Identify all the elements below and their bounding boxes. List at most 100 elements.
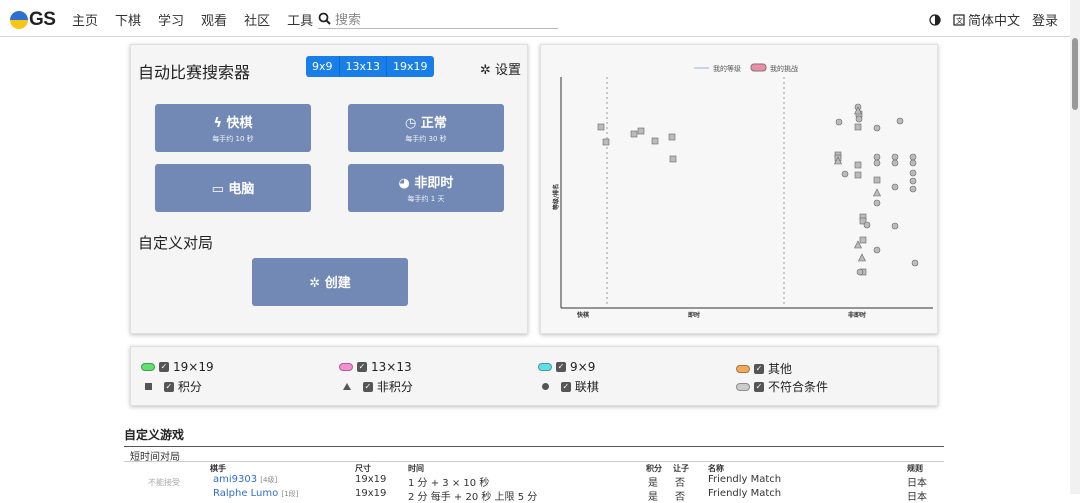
col-header-player: 棋手 [210,464,226,473]
settings-button[interactable]: ✲ 设置 [480,59,521,78]
custom-game-title: 自定义对局 [138,234,214,252]
logo-icon [10,11,28,29]
scrollbar-thumb[interactable] [1072,38,1078,110]
circle-icon [542,383,549,390]
checkbox-icon[interactable]: ✓ [556,362,566,372]
seek-marker-square [873,176,881,184]
seek-marker-circle [855,115,863,123]
search-placeholder: 搜索 [335,12,362,28]
legend-label: 我的挑战 [770,64,798,73]
main-nav: 主页 下棋 学习 观看 社区 工具 [72,10,313,29]
col-header-name: 名称 [708,464,724,473]
col-header-handicap: 让子 [673,464,689,473]
nav-item-community[interactable]: 社区 [244,10,270,29]
filter-rated[interactable]: ✓ 积分 [145,378,202,395]
seek-marker-circle [909,153,917,161]
checkbox-icon[interactable]: ✓ [754,363,764,374]
seek-marker-circle [841,170,849,178]
seek-marker-square [602,138,610,146]
create-game-button[interactable]: ✲ 创建 [252,258,408,306]
seek-marker-square [651,137,659,145]
computer-button[interactable]: ▭ 电脑 [155,164,311,212]
filter-rengo[interactable]: ✓ 联棋 [542,378,599,395]
x-tick-label: 快棋 [576,311,589,319]
seek-marker-square [637,127,645,135]
col-header-size: 尺寸 [355,464,371,473]
filter-other[interactable]: ✓ 其他 [736,360,792,377]
size-option-13x13[interactable]: 13x13 [339,56,388,77]
page-scrollbar[interactable] [1070,0,1080,494]
seek-marker-square [669,155,677,163]
checkbox-icon[interactable]: ✓ [362,381,373,392]
filter-13x13[interactable]: ✓ 13×13 [339,360,412,374]
nav-item-play[interactable]: 下棋 [115,10,141,29]
nav-item-learn[interactable]: 学习 [158,10,184,29]
language-icon: 文 [953,13,965,26]
blitz-button[interactable]: ϟ 快棋 每手约 10 秒 [155,104,311,152]
square-icon [145,383,152,390]
seek-marker-square [854,171,862,179]
seek-marker-circle [873,199,881,207]
checkbox-icon[interactable]: ✓ [560,381,571,392]
seek-marker-circle [891,183,899,191]
checkbox-icon[interactable]: ✓ [159,362,169,372]
filter-9x9[interactable]: ✓ 9×9 [538,360,595,374]
seek-filter-legend: ✓ 19×19 ✓ 13×13 ✓ 9×9 ✓ 其他 ✓ 积分 ✓ 非积分 ✓ … [130,346,938,406]
cyan-pill-icon [538,363,552,371]
seek-graph[interactable]: 我的等级 我的挑战 等级/排名 快棋 即时 非即时 [540,44,938,334]
svg-text:文: 文 [956,16,963,25]
clock-icon: ◷ [405,116,417,131]
size-option-19x19[interactable]: 19x19 [387,56,434,77]
seek-marker-circle [909,159,917,167]
site-logo[interactable]: GS [10,9,56,31]
orange-pill-icon [736,364,750,373]
filter-ineligible[interactable]: ✓ 不符合条件 [736,378,828,395]
correspondence-button[interactable]: ◕ 非即时 每手约 1 天 [348,164,504,212]
nav-item-tools[interactable]: 工具 [287,10,313,29]
triangle-icon [343,383,351,390]
right-nav: 文 简体中文 登录 [929,10,1058,29]
seek-marker-circle [891,222,899,230]
filter-19x19[interactable]: ✓ 19×19 [141,360,214,374]
seek-marker-circle [873,153,881,161]
size-option-9x9[interactable]: 9x9 [306,56,340,77]
divider [124,446,944,447]
seek-marker-circle [896,117,904,125]
checkbox-icon[interactable]: ✓ [754,381,764,392]
custom-games-title: 自定义游戏 [124,428,185,442]
legend-label: 我的等级 [713,64,741,73]
checkbox-icon[interactable]: ✓ [163,381,174,392]
seek-marker-circle [909,185,917,193]
seek-marker-circle [911,259,919,267]
divider [124,461,944,462]
seek-marker-circle [909,169,917,177]
filter-unrated[interactable]: ✓ 非积分 [343,378,413,395]
seek-marker-square [854,161,862,169]
seek-marker-square [854,123,862,131]
snail-icon: ◕ [398,176,410,191]
seek-graph-svg: 我的等级 我的挑战等级/排名快棋 即时 非即时 [552,63,933,319]
normal-button[interactable]: ◷ 正常 每手约 30 秒 [348,104,504,152]
language-selector[interactable]: 文 简体中文 [953,10,1020,29]
nav-item-watch[interactable]: 观看 [201,10,227,29]
player-link[interactable]: ami9303 [4级] [213,474,277,485]
seek-marker-circle [909,177,917,185]
green-pill-icon [141,363,155,371]
finder-title: 自动比赛搜索器 [138,63,251,82]
search-input[interactable]: 搜索 [318,8,558,29]
row-status: 不能接受 [148,478,180,487]
col-header-rated: 积分 [646,464,662,473]
seek-marker-triangle [873,188,881,197]
top-bar: GS 主页 下棋 学习 观看 社区 工具 搜索 文 简体中文 登录 [0,0,1080,37]
seek-marker-square [630,130,638,138]
seek-marker-circle [873,159,881,167]
theme-toggle-icon[interactable] [929,13,941,26]
nav-item-home[interactable]: 主页 [72,10,98,29]
monitor-icon: ▭ [211,182,224,197]
seek-marker-circle [856,268,864,276]
seek-marker-square [859,236,867,244]
seek-marker-square [597,123,605,131]
seek-marker-circle [891,153,899,161]
login-link[interactable]: 登录 [1032,10,1058,29]
checkbox-icon[interactable]: ✓ [357,362,367,372]
